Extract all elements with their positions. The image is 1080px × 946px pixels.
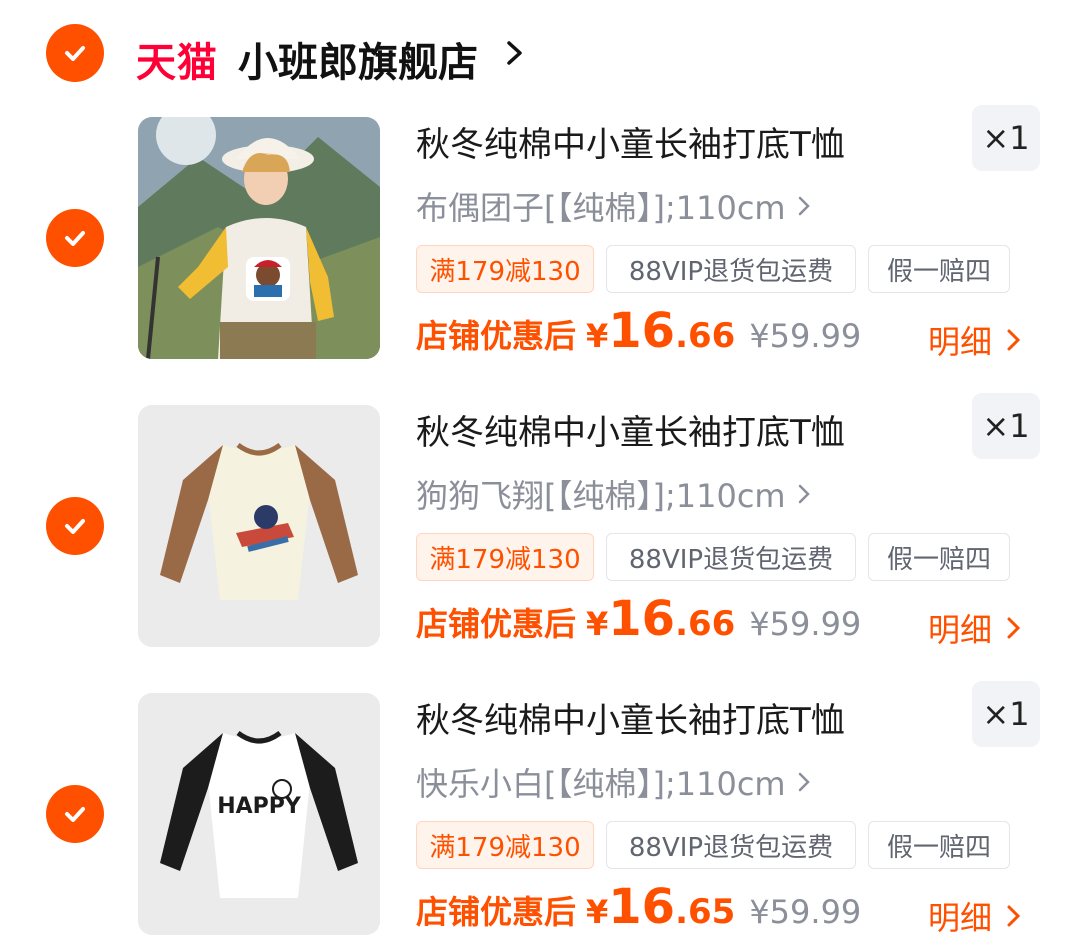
checkmark-icon bbox=[65, 46, 85, 61]
price-integer: 16 bbox=[608, 879, 676, 935]
sku-label: 狗狗飞翔[【纯棉】];110cm bbox=[416, 477, 786, 515]
original-price: ¥59.99 bbox=[749, 317, 862, 355]
price-decimal: .65 bbox=[675, 892, 736, 932]
checkmark-icon bbox=[65, 231, 85, 246]
price-row: 店铺优惠后 ¥ 16 .66 ¥59.99 bbox=[416, 303, 861, 363]
price-decimal: .66 bbox=[675, 316, 736, 356]
chevron-right-icon bbox=[1007, 905, 1021, 927]
promo-tag: 满179减130 bbox=[416, 245, 594, 293]
currency-symbol: ¥ bbox=[586, 605, 609, 643]
promo-tag: 满179减130 bbox=[416, 821, 594, 869]
product-title[interactable]: 秋冬纯棉中小童长袖打底T恤 bbox=[416, 405, 845, 454]
product-title[interactable]: 秋冬纯棉中小童长袖打底T恤 bbox=[416, 117, 845, 166]
vip-return-tag: 88VIP退货包运费 bbox=[606, 821, 856, 869]
guarantee-tag: 假一赔四 bbox=[868, 533, 1010, 581]
price-detail-link[interactable]: 明细 bbox=[928, 605, 1022, 651]
item-select-checkbox[interactable] bbox=[46, 497, 104, 555]
sku-selector[interactable]: 快乐小白[【纯棉】];110cm bbox=[416, 759, 812, 805]
store-select-checkbox[interactable] bbox=[46, 24, 104, 82]
tmall-brand-label: 天猫 bbox=[136, 40, 218, 86]
price-row: 店铺优惠后 ¥ 16 .66 ¥59.99 bbox=[416, 591, 861, 651]
chevron-right-icon bbox=[798, 484, 810, 504]
quantity-button[interactable]: ×1 bbox=[972, 105, 1040, 171]
detail-label: 明细 bbox=[928, 899, 993, 937]
product-image[interactable] bbox=[138, 405, 380, 647]
price-label: 店铺优惠后 bbox=[416, 605, 577, 643]
original-price: ¥59.99 bbox=[749, 605, 862, 643]
product-image[interactable] bbox=[138, 117, 380, 359]
chevron-right-icon[interactable] bbox=[504, 38, 526, 68]
price-detail-link[interactable]: 明细 bbox=[928, 893, 1022, 939]
cart-item: 秋冬纯棉中小童长袖打底T恤 ×1 狗狗飞翔[【纯棉】];110cm 满179减1… bbox=[0, 393, 1080, 693]
sku-selector[interactable]: 狗狗飞翔[【纯棉】];110cm bbox=[416, 471, 812, 517]
chevron-right-icon bbox=[798, 196, 810, 216]
quantity-button[interactable]: ×1 bbox=[972, 681, 1040, 747]
original-price: ¥59.99 bbox=[749, 893, 862, 931]
promo-tag: 满179减130 bbox=[416, 533, 594, 581]
cart-item: HAPPY 秋冬纯棉中小童长袖打底T恤 ×1 快乐小白[【纯棉】];110cm … bbox=[0, 681, 1080, 946]
checkmark-icon bbox=[65, 807, 85, 822]
happy-print-text: HAPPY bbox=[217, 794, 302, 819]
chevron-right-icon bbox=[798, 772, 810, 792]
detail-label: 明细 bbox=[928, 611, 993, 649]
sku-selector[interactable]: 布偶团子[【纯棉】];110cm bbox=[416, 183, 812, 229]
item-select-checkbox[interactable] bbox=[46, 209, 104, 267]
sku-label: 布偶团子[【纯棉】];110cm bbox=[416, 189, 786, 227]
vip-return-tag: 88VIP退货包运费 bbox=[606, 245, 856, 293]
price-integer: 16 bbox=[608, 591, 676, 647]
product-image[interactable]: HAPPY bbox=[138, 693, 380, 935]
currency-symbol: ¥ bbox=[586, 893, 609, 931]
chevron-right-icon bbox=[1007, 329, 1021, 351]
price-integer: 16 bbox=[608, 303, 676, 359]
sku-label: 快乐小白[【纯棉】];110cm bbox=[416, 765, 786, 803]
store-header: 天猫 小班郎旗舰店 bbox=[0, 0, 1080, 110]
guarantee-tag: 假一赔四 bbox=[868, 245, 1010, 293]
price-detail-link[interactable]: 明细 bbox=[928, 317, 1022, 363]
product-title[interactable]: 秋冬纯棉中小童长袖打底T恤 bbox=[416, 693, 845, 742]
checkmark-icon bbox=[65, 519, 85, 534]
detail-label: 明细 bbox=[928, 323, 993, 361]
cart-item: 秋冬纯棉中小童长袖打底T恤 ×1 布偶团子[【纯棉】];110cm 满179减1… bbox=[0, 105, 1080, 405]
price-label: 店铺优惠后 bbox=[416, 317, 577, 355]
price-decimal: .66 bbox=[675, 604, 736, 644]
vip-return-tag: 88VIP退货包运费 bbox=[606, 533, 856, 581]
chevron-right-icon bbox=[1007, 617, 1021, 639]
price-label: 店铺优惠后 bbox=[416, 893, 577, 931]
guarantee-tag: 假一赔四 bbox=[868, 821, 1010, 869]
item-select-checkbox[interactable] bbox=[46, 785, 104, 843]
currency-symbol: ¥ bbox=[586, 317, 609, 355]
quantity-button[interactable]: ×1 bbox=[972, 393, 1040, 459]
store-name-link[interactable]: 小班郎旗舰店 bbox=[238, 30, 478, 88]
price-row: 店铺优惠后 ¥ 16 .65 ¥59.99 bbox=[416, 879, 861, 939]
